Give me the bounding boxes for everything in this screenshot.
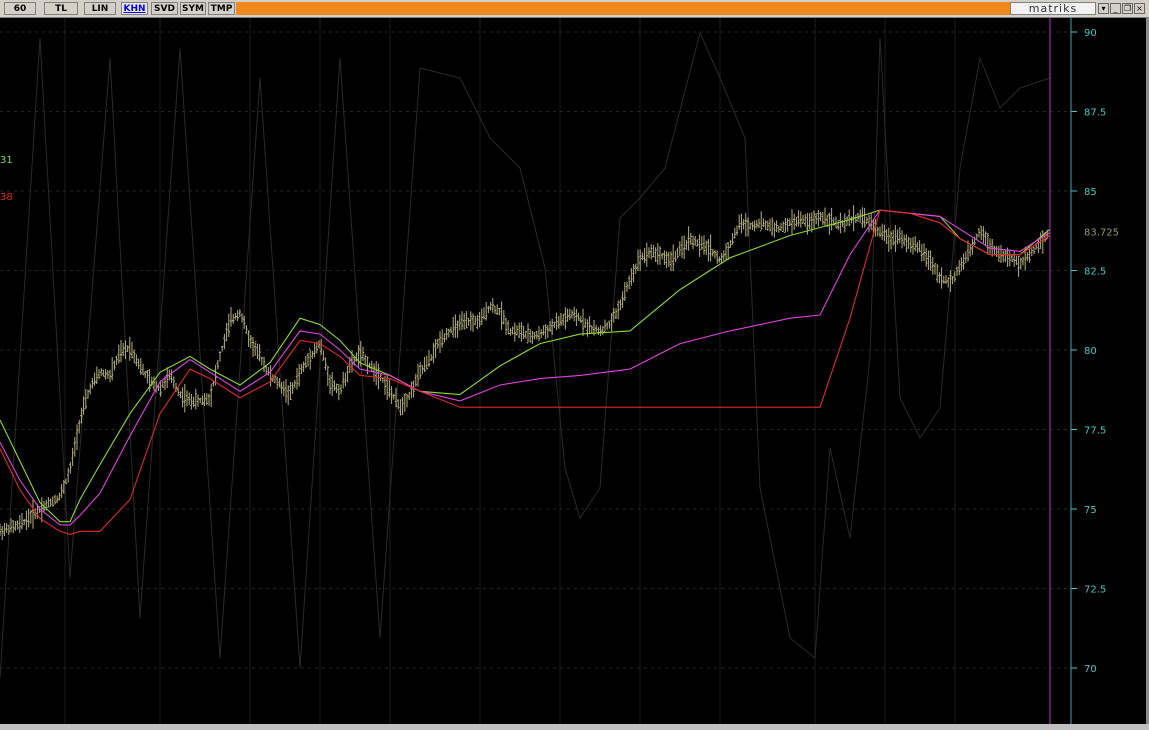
y-tick-label: 90: [1084, 28, 1097, 39]
chart-toolbar: 60 TL LIN KHN SVD SYM TMP matriks ▾ _ ❐ …: [0, 0, 1149, 18]
y-tick-label: 80: [1084, 346, 1097, 357]
y-tick-label: 72.5: [1084, 585, 1106, 596]
y-tick-label: 75: [1084, 505, 1097, 516]
lin-button[interactable]: LIN: [84, 2, 116, 15]
title-strip: [236, 2, 1010, 15]
y-tick-label: 82.5: [1084, 267, 1106, 278]
left-label-red: 38: [0, 192, 13, 203]
bottom-scrollbar[interactable]: [0, 724, 1149, 730]
tmp-button[interactable]: TMP: [208, 2, 235, 15]
khn-button[interactable]: KHN: [121, 2, 148, 15]
close-icon[interactable]: ×: [1134, 3, 1145, 14]
brand-logo: matriks: [1010, 2, 1096, 15]
left-label-green: 31: [0, 155, 13, 166]
y-tick-label: 77.5: [1084, 426, 1106, 437]
period-60-button[interactable]: 60: [4, 2, 36, 15]
minimize-icon[interactable]: _: [1110, 3, 1121, 14]
dropdown-icon[interactable]: ▾: [1098, 3, 1109, 14]
y-tick-label: 85: [1084, 187, 1097, 198]
last-price-label: 83.725: [1084, 228, 1119, 239]
price-chart[interactable]: 90 87.5 85 82.5 80 77.5 75 72.5 70 83.725 31 38: [0, 18, 1146, 724]
sym-button[interactable]: SYM: [180, 2, 206, 15]
restore-icon[interactable]: ❐: [1122, 3, 1133, 14]
tl-button[interactable]: TL: [44, 2, 78, 15]
svd-button[interactable]: SVD: [151, 2, 178, 15]
y-tick-label: 70: [1084, 664, 1097, 675]
y-tick-label: 87.5: [1084, 108, 1106, 119]
